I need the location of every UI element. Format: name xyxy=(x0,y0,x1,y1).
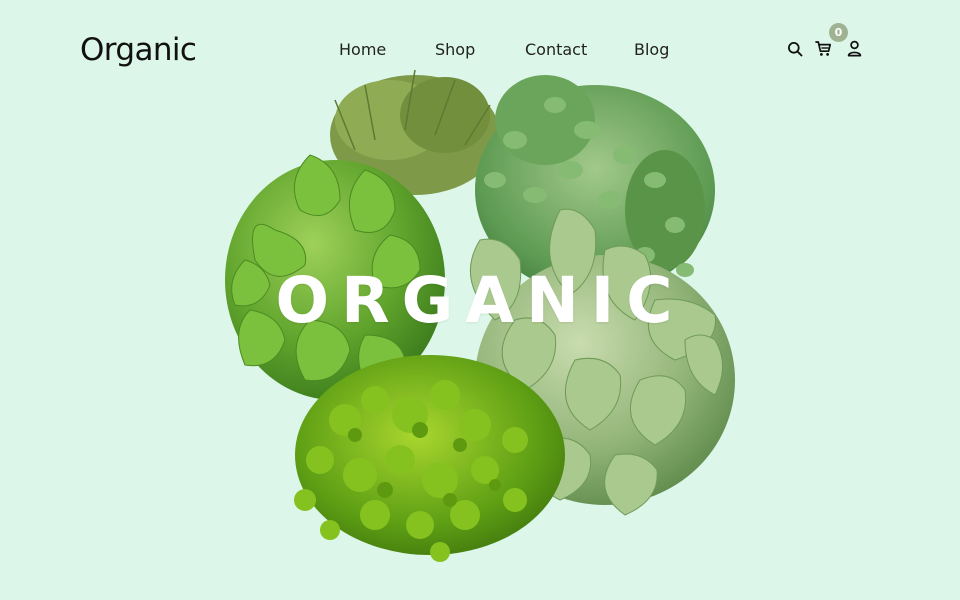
parsley-leaves xyxy=(294,355,565,562)
nav-blog[interactable]: Blog xyxy=(634,38,669,62)
nav-contact[interactable]: Contact xyxy=(525,38,587,62)
hero-herbs-image: ORGANIC xyxy=(215,60,745,570)
header-toolbar: 0 xyxy=(780,23,890,68)
site-logo[interactable]: Organic xyxy=(80,30,197,70)
user-icon[interactable] xyxy=(846,40,864,58)
nav-home[interactable]: Home xyxy=(339,38,386,62)
search-icon[interactable] xyxy=(787,41,805,59)
hero-title: ORGANIC xyxy=(275,264,685,337)
nav-shop[interactable]: Shop xyxy=(435,38,475,62)
cart-icon[interactable] xyxy=(815,40,833,58)
